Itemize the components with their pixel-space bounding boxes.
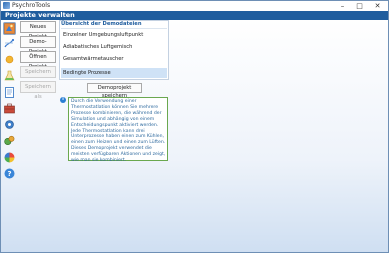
new-project-button[interactable]: Neues Projekt bbox=[20, 21, 56, 40]
sidebar: ? bbox=[1, 20, 18, 252]
description-box: Durch die Verwendung einer Thermostatlat… bbox=[68, 97, 168, 164]
demo-item-adiabatic-mix[interactable]: Adiabatisches Luftgemisch bbox=[61, 42, 167, 52]
demo-item-conditional-processes[interactable]: Bedingte Prozesse bbox=[61, 68, 167, 78]
title-bar: PsychroTools – □ ✕ bbox=[1, 1, 388, 11]
toolbox-icon bbox=[4, 103, 15, 114]
minimize-button[interactable]: – bbox=[336, 1, 349, 11]
sun-icon bbox=[5, 55, 14, 64]
demo-project-button[interactable]: Demo-Projekt bbox=[20, 36, 56, 55]
sidebar-item-projects[interactable] bbox=[3, 22, 16, 35]
svg-text:?: ? bbox=[7, 170, 11, 178]
diagram-icon bbox=[4, 38, 15, 48]
close-button[interactable]: ✕ bbox=[371, 1, 384, 11]
sidebar-item-weather[interactable] bbox=[3, 53, 16, 66]
page-title: Projekte verwalten bbox=[5, 11, 75, 19]
sidebar-item-settings[interactable] bbox=[3, 118, 16, 131]
sidebar-item-process[interactable] bbox=[3, 69, 16, 82]
projects-icon bbox=[4, 23, 15, 34]
currency-icon bbox=[4, 135, 15, 146]
save-as-button[interactable]: Speichern als bbox=[20, 81, 56, 100]
demo-file-list: Übersicht der Demodateien Einzelner Umge… bbox=[59, 20, 169, 80]
sidebar-item-currency[interactable] bbox=[3, 134, 16, 147]
demo-item-single-air-point[interactable]: Einzelner Umgebungsluftpunkt bbox=[61, 30, 167, 40]
document-icon bbox=[5, 87, 14, 98]
demo-list-heading: Übersicht der Demodateien bbox=[61, 21, 142, 27]
save-button[interactable]: Speichern bbox=[20, 66, 56, 78]
sidebar-item-help[interactable]: ? bbox=[3, 167, 16, 180]
help-icon: ? bbox=[4, 168, 15, 179]
gear-icon bbox=[5, 120, 14, 129]
sidebar-item-tools[interactable] bbox=[3, 102, 16, 115]
list-divider bbox=[61, 28, 167, 29]
flask-icon bbox=[4, 70, 15, 81]
info-icon: i bbox=[60, 97, 66, 103]
sidebar-item-report[interactable] bbox=[3, 86, 16, 99]
description-text: Durch die Verwendung einer Thermostatlat… bbox=[71, 99, 166, 164]
color-wheel-icon bbox=[4, 152, 15, 163]
sidebar-item-colors[interactable] bbox=[3, 151, 16, 164]
open-project-button[interactable]: Öffnen Projekt bbox=[20, 51, 56, 70]
sidebar-item-diagram[interactable] bbox=[3, 37, 16, 50]
app-window: PsychroTools – □ ✕ Projekte verwalten ? … bbox=[0, 0, 389, 253]
window-title: PsychroTools bbox=[12, 2, 51, 9]
page-header: Projekte verwalten bbox=[1, 11, 388, 20]
save-demo-project-button[interactable]: Demoprojekt speichern bbox=[87, 83, 142, 99]
demo-item-heat-exchanger[interactable]: Gesamtwärmetauscher bbox=[61, 54, 167, 64]
app-icon bbox=[3, 2, 10, 9]
maximize-button[interactable]: □ bbox=[353, 1, 366, 11]
